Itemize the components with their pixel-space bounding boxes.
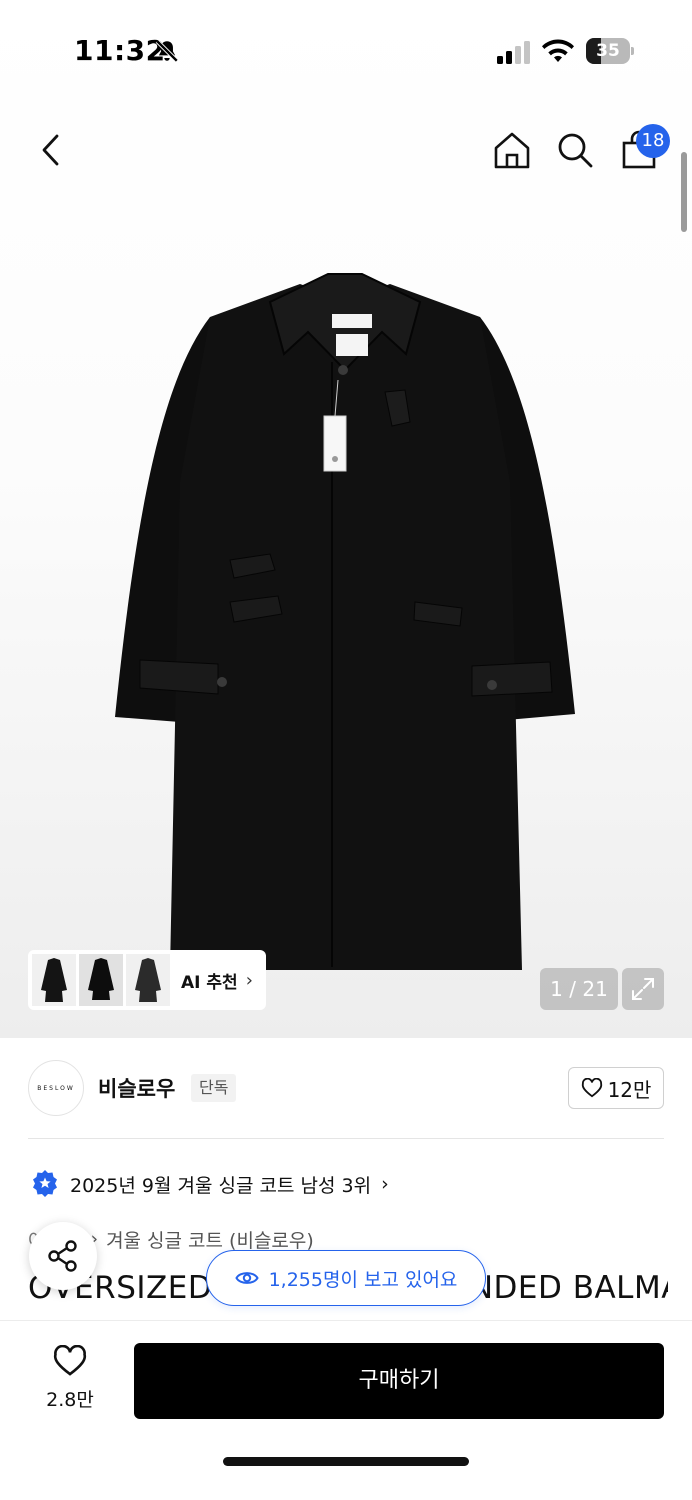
brand-name[interactable]: 비슬로우 <box>98 1073 175 1103</box>
home-icon <box>494 132 530 169</box>
bottom-action-bar: 2.8만 구매하기 <box>0 1320 692 1500</box>
ai-thumbnail-1[interactable] <box>32 954 76 1006</box>
ranking-badge-icon <box>33 1170 57 1197</box>
viewers-text: 1,255명이 보고 있어요 <box>268 1268 458 1291</box>
cart-count-badge: 18 <box>636 124 670 158</box>
brand-like-button[interactable]: 12만 <box>568 1067 664 1109</box>
home-button[interactable] <box>490 128 534 172</box>
search-icon <box>558 133 593 168</box>
brand-like-count: 12만 <box>607 1077 652 1102</box>
heart-icon <box>53 1344 87 1376</box>
status-time: 11:32 <box>74 34 166 67</box>
status-bar: 11:32 35 <box>0 0 692 105</box>
expand-icon <box>632 978 654 1000</box>
wishlist-button[interactable]: 2.8만 <box>36 1344 104 1417</box>
breadcrumb-subcategory[interactable]: 겨울 싱글 코트 (비슬로우) <box>106 1226 314 1253</box>
coat-thumbnail-icon <box>135 958 161 1002</box>
bell-slash-icon <box>155 39 179 63</box>
battery-icon: 35 <box>586 38 634 64</box>
viewers-count-pill: 1,255명이 보고 있어요 <box>206 1250 486 1306</box>
divider <box>28 1138 664 1139</box>
top-navigation <box>0 110 692 190</box>
wifi-icon <box>542 39 574 62</box>
ai-thumbnail-3[interactable] <box>126 954 170 1006</box>
heart-icon <box>581 1078 602 1098</box>
chevron-left-icon <box>42 134 59 166</box>
ranking-link[interactable]: 2025년 9월 겨울 싱글 코트 남성 3위 › <box>32 1166 389 1202</box>
search-button[interactable] <box>553 128 597 172</box>
ranking-text: 2025년 9월 겨울 싱글 코트 남성 3위 <box>70 1174 372 1197</box>
share-button[interactable] <box>29 1222 97 1290</box>
image-counter: 1 / 21 <box>540 968 618 1010</box>
cellular-signal-icon <box>497 41 530 64</box>
expand-image-button[interactable] <box>622 968 664 1010</box>
product-photo-coat <box>115 273 575 970</box>
share-icon <box>48 1240 77 1272</box>
ai-thumbnail-2[interactable] <box>79 954 123 1006</box>
wishlist-count: 2.8만 <box>46 1389 94 1411</box>
brand-logo-text: BESLOW <box>37 1084 75 1092</box>
eye-icon <box>234 1272 259 1284</box>
ai-recommendation-card[interactable]: AI 추천 › <box>28 950 266 1010</box>
coat-thumbnail-icon <box>88 958 114 1000</box>
chevron-right-icon: › <box>381 1173 389 1195</box>
ai-recommend-label: AI 추천 <box>181 972 238 993</box>
scrollbar[interactable] <box>681 152 687 232</box>
coat-thumbnail-icon <box>41 958 67 1002</box>
exclusive-tag: 단독 <box>191 1074 237 1102</box>
battery-percent: 35 <box>596 41 620 61</box>
chevron-right-icon: › <box>245 969 253 991</box>
home-indicator <box>223 1457 469 1466</box>
brand-logo[interactable]: BESLOW <box>28 1060 84 1116</box>
back-button[interactable] <box>28 128 72 172</box>
buy-button[interactable]: 구매하기 <box>134 1343 664 1419</box>
